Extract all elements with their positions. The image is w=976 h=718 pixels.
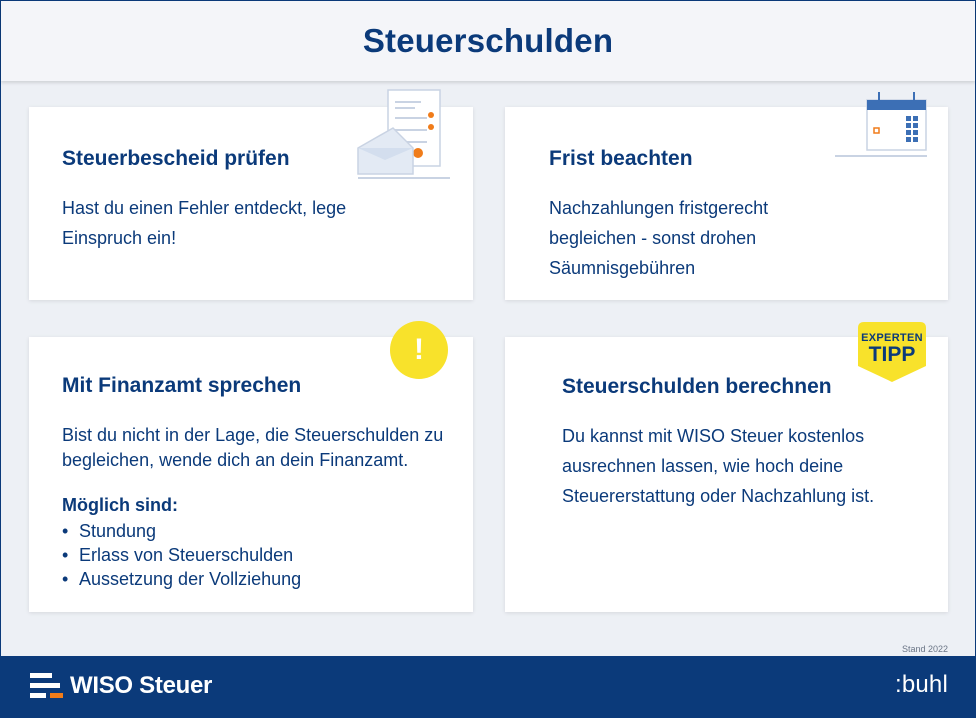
page-title: Steuerschulden bbox=[362, 22, 614, 59]
options-list: Stundung Erlass von Steuerschulden Ausse… bbox=[62, 519, 301, 591]
footer-company: :buhl bbox=[894, 671, 948, 698]
card-title: Steuerschulden berechnen bbox=[562, 375, 832, 398]
options-heading: Möglich sind: bbox=[62, 495, 178, 515]
card-text: Nachzahlungen fristgerecht begleichen - … bbox=[549, 198, 769, 278]
page-header: Steuerschulden bbox=[1, 1, 975, 81]
card-title: Steuerbescheid prüfen bbox=[62, 147, 290, 170]
card-finanzamt: Mit Finanzamt sprechen Bist du nicht in … bbox=[29, 337, 473, 612]
wiso-logo-icon bbox=[30, 673, 63, 698]
document-envelope-icon bbox=[357, 89, 450, 179]
card-text: Bist du nicht in der Lage, die Steuersch… bbox=[62, 425, 444, 470]
list-item: Aussetzung der Vollziehung bbox=[62, 567, 301, 591]
exclamation-icon: ! bbox=[390, 321, 448, 379]
list-item: Erlass von Steuerschulden bbox=[62, 543, 301, 567]
card-title: Frist beachten bbox=[549, 147, 693, 170]
stand-label: Stand 2022 bbox=[901, 644, 948, 654]
card-text: Hast du einen Fehler entdeckt, lege Eins… bbox=[62, 198, 347, 248]
card-text: Du kannst mit WISO Steuer kostenlos ausr… bbox=[562, 426, 875, 506]
list-item: Stundung bbox=[62, 519, 301, 543]
badge-line2: TIPP bbox=[868, 343, 916, 366]
calendar-icon bbox=[835, 92, 927, 157]
card-title: Mit Finanzamt sprechen bbox=[62, 374, 302, 397]
footer-brand: WISO Steuer bbox=[70, 672, 213, 699]
